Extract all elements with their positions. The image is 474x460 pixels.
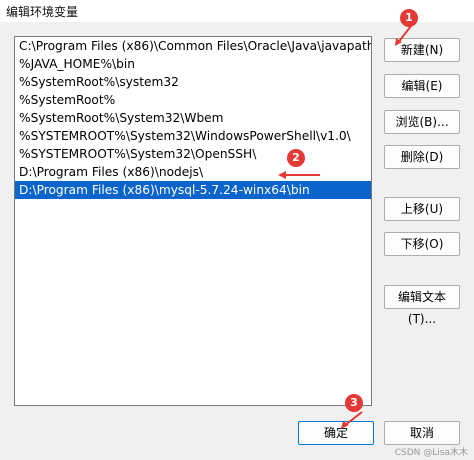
list-item[interactable]: %SystemRoot%\system32 <box>15 73 371 91</box>
list-item[interactable]: %SYSTEMROOT%\System32\OpenSSH\ <box>15 145 371 163</box>
list-item[interactable]: C:\Program Files (x86)\Common Files\Orac… <box>15 37 371 55</box>
edit-button[interactable]: 编辑(E) <box>384 74 460 98</box>
step-badge-1: 1 <box>400 9 418 27</box>
list-item[interactable]: %SystemRoot% <box>15 91 371 109</box>
move-up-button[interactable]: 上移(U) <box>384 197 460 221</box>
delete-button[interactable]: 删除(D) <box>384 145 460 169</box>
list-item-selected[interactable]: D:\Program Files (x86)\mysql-5.7.24-winx… <box>15 181 371 199</box>
browse-button[interactable]: 浏览(B)... <box>384 110 460 134</box>
step-badge-3: 3 <box>345 394 363 412</box>
list-item[interactable]: %SYSTEMROOT%\System32\WindowsPowerShell\… <box>15 127 371 145</box>
cancel-button[interactable]: 取消 <box>384 421 460 445</box>
step-badge-2: 2 <box>287 149 305 167</box>
list-item[interactable]: %SystemRoot%\System32\Wbem <box>15 109 371 127</box>
ok-button[interactable]: 确定 <box>298 421 374 445</box>
move-down-button[interactable]: 下移(O) <box>384 232 460 256</box>
window-title: 编辑环境变量 <box>6 5 79 19</box>
list-item[interactable]: D:\Program Files (x86)\nodejs\ <box>15 163 371 181</box>
edit-text-button[interactable]: 编辑文本(T)... <box>384 285 460 326</box>
list-item[interactable]: %JAVA_HOME%\bin <box>15 55 371 73</box>
new-button[interactable]: 新建(N) <box>384 38 460 62</box>
path-list[interactable]: C:\Program Files (x86)\Common Files\Orac… <box>14 36 372 406</box>
watermark: CSDN @Lisa木木 <box>394 448 468 458</box>
